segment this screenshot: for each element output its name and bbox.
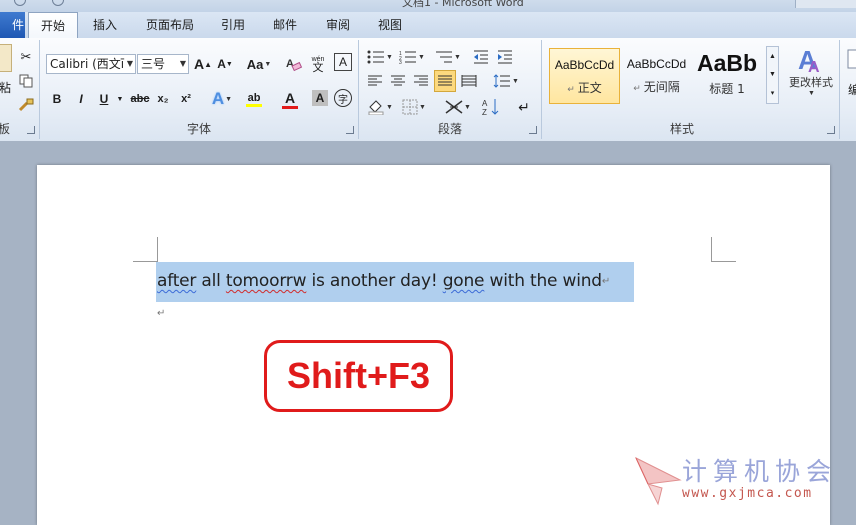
change-case-button[interactable]: Aa ▼ <box>245 53 273 75</box>
font-name-select[interactable]: Calibri (西文ī ▼ <box>46 54 136 74</box>
paste-icon[interactable] <box>0 44 12 72</box>
style-heading-1[interactable]: AaBb 标题 1 <box>693 48 761 104</box>
undo-icon[interactable] <box>52 0 64 6</box>
margin-corner-top-right <box>711 237 736 262</box>
align-left-button[interactable] <box>365 70 385 92</box>
styles-more-icon[interactable]: ▾ <box>771 89 775 97</box>
tab-view[interactable]: 视图 <box>369 12 411 38</box>
save-icon[interactable] <box>14 0 26 6</box>
shading-button[interactable]: ▼ <box>365 96 395 118</box>
clipboard-launcher-icon[interactable] <box>27 126 35 134</box>
styles-scroll[interactable]: ▲ ▼ ▾ <box>766 46 779 104</box>
svg-text:A: A <box>808 59 820 74</box>
grow-font-button[interactable]: A ▲ <box>193 53 213 75</box>
margin-corner-top-left <box>133 237 158 262</box>
enclose-characters-button[interactable]: 字 <box>334 89 352 107</box>
chinese-layout-button[interactable]: ▼ <box>443 96 473 118</box>
svg-text:3: 3 <box>399 60 402 64</box>
title-bar: 文档1 - Microsoft Word <box>0 0 856 12</box>
paragraph-mark: ↵ <box>601 276 611 287</box>
align-center-button[interactable] <box>388 70 408 92</box>
superscript-button[interactable]: x² <box>177 88 195 110</box>
underline-button[interactable]: U <box>95 88 113 110</box>
tab-home[interactable]: 开始 <box>28 12 78 39</box>
justify-button[interactable] <box>434 70 456 92</box>
tab-file[interactable]: 件 <box>0 12 25 38</box>
window-title: 文档1 - Microsoft Word <box>402 0 524 9</box>
find-button[interactable] <box>844 44 856 74</box>
styles-group-label: 样式 <box>669 122 694 136</box>
text-run[interactable]: all <box>196 271 226 291</box>
numbering-button[interactable]: 1 2 3 ▼ <box>397 46 427 68</box>
paste-label[interactable]: 粘 <box>0 76 12 98</box>
misspelled-word[interactable]: tomoorrw <box>226 271 307 291</box>
strikethrough-button[interactable]: abc <box>129 88 151 110</box>
borders-button[interactable]: ▼ <box>399 96 429 118</box>
tab-page-layout[interactable]: 页面布局 <box>138 12 202 38</box>
cut-icon[interactable]: ✂ <box>16 46 36 68</box>
font-group-label: 字体 <box>186 122 211 136</box>
document-line-1[interactable]: after all tomoorrw is another day! gone … <box>157 271 610 291</box>
change-styles-button[interactable]: AA 更改样式 ▼ <box>783 44 839 100</box>
font-color-button[interactable]: A <box>276 88 304 110</box>
shrink-font-button[interactable]: A ▼ <box>215 53 235 75</box>
font-size-select[interactable]: 三号 ▼ <box>137 54 189 74</box>
editing-label: 编 <box>848 82 856 97</box>
svg-text:A: A <box>482 99 488 108</box>
italic-button[interactable]: I <box>72 88 90 110</box>
text-run[interactable]: gone <box>443 271 485 291</box>
text-run[interactable]: after <box>157 271 196 291</box>
line-spacing-button[interactable]: ▼ <box>491 70 521 92</box>
text-effects-button[interactable]: A ▼ <box>208 88 236 110</box>
font-group: Calibri (西文ī ▼ 三号 ▼ A ▲ A ▼ Aa ▼ A wén 文 A B I… <box>40 40 359 139</box>
phonetic-guide-button[interactable]: wén 文 <box>307 53 329 75</box>
clear-formatting-button[interactable]: A <box>284 53 304 75</box>
text-run[interactable]: with the wind <box>484 271 603 291</box>
tab-references[interactable]: 引用 <box>212 12 254 38</box>
char-border-button[interactable]: A <box>334 53 352 71</box>
styles-launcher-icon[interactable] <box>827 126 835 134</box>
tab-mailings[interactable]: 邮件 <box>264 12 306 38</box>
format-painter-icon[interactable] <box>16 94 36 116</box>
ribbon: 粘 ✂ 板 Calibri (西文ī ▼ 三号 ▼ A ▲ A ▼ Aa ▼ A wén 文… <box>0 38 856 142</box>
empty-paragraph-mark: ↵ <box>157 308 166 319</box>
ribbon-tab-strip: 件 开始 插入 页面布局 引用 邮件 审阅 视图 <box>0 12 856 39</box>
multilevel-list-button[interactable]: ▼ <box>433 46 463 68</box>
increase-indent-button[interactable] <box>495 46 515 68</box>
watermark-url-text: www.gxjmca.com <box>682 486 813 501</box>
text-run[interactable]: is another day! <box>306 271 442 291</box>
highlight-color-button[interactable]: ab <box>240 88 268 110</box>
subscript-button[interactable]: x₂ <box>154 88 172 110</box>
shortcut-callout: Shift+F3 <box>264 340 453 412</box>
char-shading-button[interactable]: A <box>312 90 328 106</box>
tab-insert[interactable]: 插入 <box>84 12 126 38</box>
align-right-button[interactable] <box>411 70 431 92</box>
scroll-down-icon[interactable]: ▼ <box>769 71 776 78</box>
sort-button[interactable]: AZ <box>481 96 501 118</box>
clipboard-group: 粘 ✂ 板 <box>0 40 40 139</box>
scroll-up-icon[interactable]: ▲ <box>769 53 776 60</box>
decrease-indent-button[interactable] <box>471 46 491 68</box>
styles-group: AaBbCcDd ↵ 正文 AaBbCcDd ↵ 无间隔 AaBb 标题 1 ▲… <box>542 40 840 139</box>
tab-review[interactable]: 审阅 <box>317 12 359 38</box>
editing-group: 编 <box>840 40 856 139</box>
watermark-cn-text: 计算机协会 <box>682 457 838 486</box>
site-watermark: 计算机协会 www.gxjmca.com <box>630 450 856 513</box>
distributed-button[interactable] <box>459 70 479 92</box>
window-controls[interactable] <box>795 0 856 8</box>
style-normal[interactable]: AaBbCcDd ↵ 正文 <box>549 48 620 104</box>
paragraph-group: ▼ 1 2 3 ▼ ▼ ▼ ▼ ▼ ▼ A Z ↵ 段落 <box>359 40 542 139</box>
bold-button[interactable]: B <box>48 88 66 110</box>
show-paragraph-marks-button[interactable]: ↵ <box>515 96 533 118</box>
underline-dropdown-icon[interactable]: ▼ <box>115 88 125 110</box>
copy-icon[interactable] <box>16 70 36 92</box>
paragraph-group-label: 段落 <box>437 122 462 136</box>
svg-text:Z: Z <box>482 108 487 116</box>
font-launcher-icon[interactable] <box>346 126 354 134</box>
watermark-logo-icon <box>634 456 682 506</box>
style-no-spacing[interactable]: AaBbCcDd ↵ 无间隔 <box>621 48 692 104</box>
paragraph-launcher-icon[interactable] <box>529 126 537 134</box>
bullets-button[interactable]: ▼ <box>367 46 393 68</box>
